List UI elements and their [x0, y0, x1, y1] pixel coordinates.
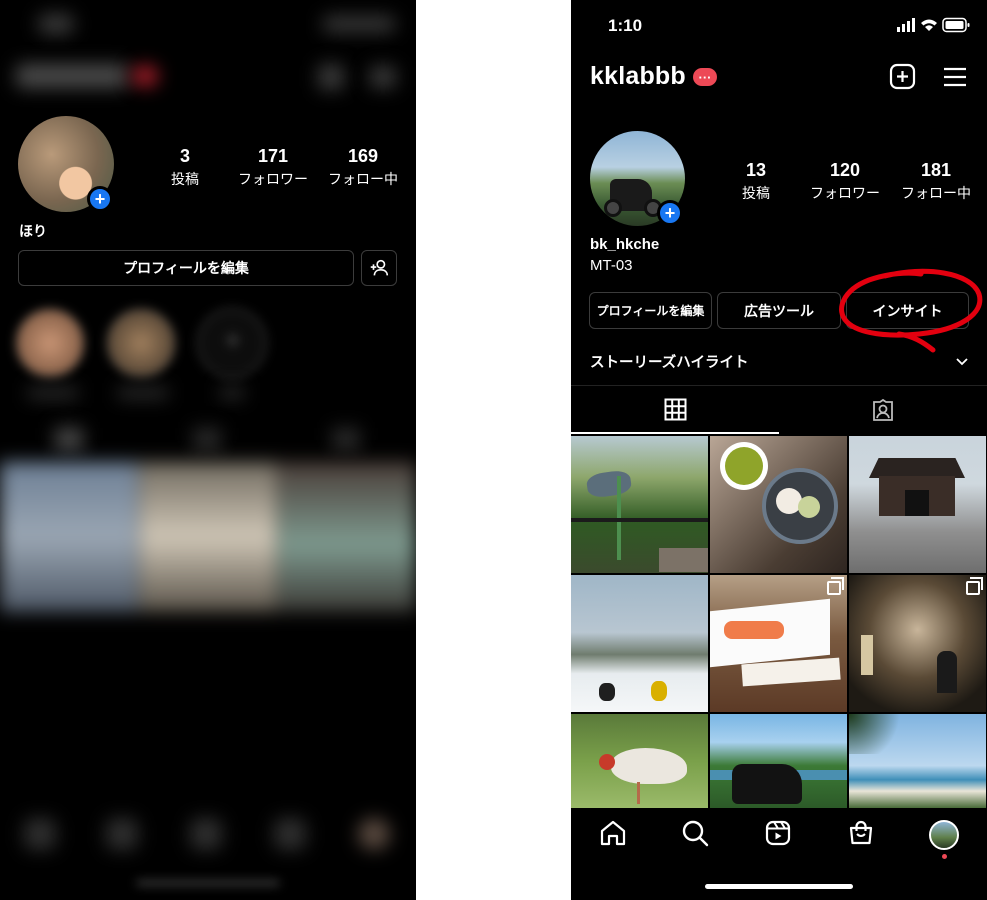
grid-icon [664, 398, 686, 421]
post-thumbnail[interactable] [849, 714, 986, 808]
stat-posts[interactable]: 3 投稿 [155, 146, 215, 189]
profile-name: ほり [19, 223, 47, 239]
chevron-down-icon [956, 358, 968, 366]
add-story-icon[interactable]: + [87, 186, 113, 212]
story-highlights-label: ストーリーズハイライト [590, 355, 749, 371]
post-grid-blur [0, 462, 416, 612]
shopping-bag-icon [849, 820, 873, 845]
nav-shop[interactable] [846, 818, 876, 848]
post-thumbnail[interactable] [710, 436, 847, 573]
post-thumbnail[interactable] [571, 436, 708, 573]
multiple-photos-icon [966, 577, 983, 595]
edit-profile-button[interactable]: プロフィールを編集 [589, 292, 712, 329]
account-menu-badge[interactable]: ··· [693, 68, 717, 86]
post-thumbnail[interactable] [710, 714, 847, 808]
post-thumbnail[interactable] [849, 436, 986, 573]
stat-label: フォロワー [810, 185, 880, 201]
reels-tab-blur [193, 428, 221, 450]
stat-value: 169 [347, 146, 379, 166]
nav-reels[interactable] [763, 818, 793, 848]
home-indicator [705, 884, 853, 889]
stat-following[interactable]: 181 フォロー中 [890, 160, 982, 203]
username-blur [16, 64, 128, 88]
signal-wifi-battery-icon [897, 17, 970, 33]
plus-icon: + [224, 324, 242, 357]
highlight-label-blur [118, 388, 168, 398]
highlight-label-blur [28, 388, 78, 398]
highlight-2[interactable] [106, 308, 176, 378]
add-story-icon[interactable]: + [657, 200, 683, 226]
ads-tools-button[interactable]: 広告ツール [717, 292, 841, 329]
status-time-blur [38, 14, 74, 34]
nav-profile-blur [358, 818, 390, 850]
stat-label: 投稿 [171, 171, 199, 187]
post-thumbnail[interactable] [571, 714, 708, 808]
menu-icon-blur [370, 66, 396, 88]
menu-badge-blur [132, 66, 158, 86]
tagged-person-icon [873, 398, 893, 421]
hamburger-icon [944, 67, 966, 87]
nav-reels-blur [190, 818, 222, 850]
post-thumbnail[interactable] [710, 575, 847, 712]
display-name: bk_hkche [590, 236, 660, 253]
stat-value: 171 [257, 146, 289, 166]
stat-label: フォロワー [238, 171, 308, 187]
stat-label: 投稿 [742, 185, 770, 201]
tagged-tab-blur [332, 428, 360, 450]
home-icon [600, 820, 626, 846]
status-time: 1:10 [608, 16, 643, 35]
nav-home[interactable] [598, 818, 628, 848]
active-tab-indicator [571, 432, 779, 434]
post-thumbnail[interactable] [571, 575, 708, 712]
grid-tab-blur [55, 428, 83, 450]
create-post-button[interactable] [889, 63, 916, 95]
stat-label: フォロー中 [901, 185, 971, 201]
add-icon-blur [318, 64, 344, 90]
nav-search-blur [106, 818, 138, 850]
highlight-1[interactable] [15, 308, 85, 378]
blurred-profile-screen: + 3 投稿 171 フォロワー 169 フォロー中 ほり プロフィールを編集 … [0, 0, 416, 900]
profile-screen: 1:10 kklabbb ··· + 13 投稿 120 フォロワー 181 フ… [571, 0, 987, 900]
notification-dot [942, 854, 947, 859]
stat-followers[interactable]: 171 フォロワー [228, 146, 318, 189]
stat-value: 120 [829, 160, 861, 180]
nav-home-blur [24, 818, 56, 850]
search-icon [682, 820, 709, 847]
stat-followers[interactable]: 120 フォロワー [800, 160, 890, 203]
multiple-photos-icon [827, 577, 844, 595]
stat-following[interactable]: 169 フォロー中 [318, 146, 408, 189]
bio-text: MT-03 [590, 257, 633, 274]
status-icons-blur [322, 16, 396, 32]
nav-shop-blur [274, 818, 306, 850]
edit-profile-button[interactable]: プロフィールを編集 [18, 250, 354, 286]
tab-tagged[interactable] [779, 386, 987, 433]
nav-profile-avatar[interactable] [929, 820, 959, 850]
status-icons [897, 16, 971, 39]
highlight-label-blur [220, 388, 244, 398]
add-person-icon [370, 259, 389, 276]
menu-button[interactable] [943, 66, 967, 93]
home-indicator-blur [136, 880, 280, 886]
nav-search[interactable] [680, 818, 710, 848]
red-circle-annotation [839, 268, 983, 353]
stat-label: フォロー中 [328, 171, 398, 187]
add-friend-button[interactable] [361, 250, 397, 286]
stat-value: 181 [920, 160, 952, 180]
highlights-toggle[interactable] [955, 354, 969, 372]
reels-icon [765, 820, 791, 846]
post-thumbnail[interactable] [849, 575, 986, 712]
stat-posts[interactable]: 13 投稿 [726, 160, 786, 203]
profile-username[interactable]: kklabbb [590, 62, 686, 91]
stat-value: 13 [745, 160, 767, 180]
add-square-icon [889, 63, 916, 90]
stat-value: 3 [179, 146, 190, 166]
highlight-new[interactable]: + [197, 308, 267, 378]
tab-grid[interactable] [571, 386, 779, 433]
